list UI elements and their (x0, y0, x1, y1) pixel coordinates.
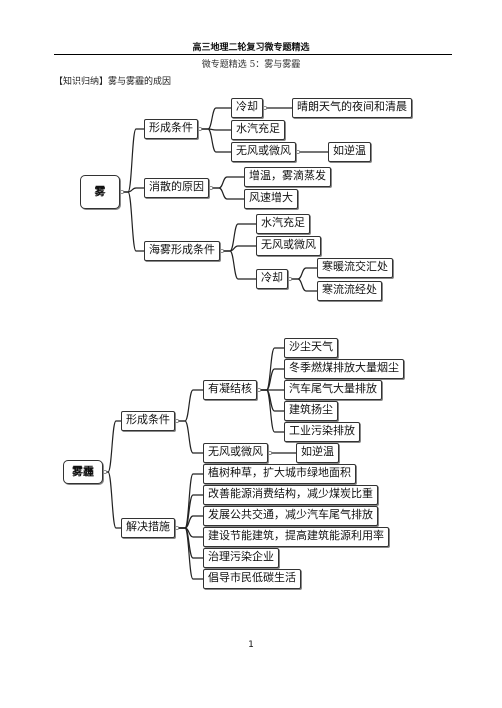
haze-branch-formation: 形成条件 (121, 411, 175, 431)
sea-fog-calm-wind: 无风或微风 (256, 236, 321, 256)
fog-branch-formation: 形成条件 (144, 119, 198, 139)
haze-root-node: 雾霾 (63, 460, 103, 484)
sea-fog-current-convergence: 寒暖流交汇处 (317, 258, 393, 278)
fog-cond-cooling: 冷却 (231, 98, 263, 118)
haze-cond-calm-wind-detail: 如逆温 (296, 443, 339, 463)
solution-low-carbon-living: 倡导市民低碳生活 (203, 569, 301, 589)
sea-fog-cooling-joint (287, 276, 292, 281)
fog-cond-moisture: 水汽充足 (231, 120, 285, 140)
haze-solutions-connector (175, 527, 203, 580)
sea-fog-cooling-connector (288, 278, 317, 292)
haze-formation-connector (175, 389, 203, 422)
fog-cond-cooling-detail: 晴朗天气的夜间和清晨 (292, 98, 412, 118)
haze-root-connector (103, 420, 121, 473)
fog-root-connector (120, 128, 144, 193)
sea-fog-connector (220, 223, 256, 252)
haze-cond-calm-wind: 无风或微风 (203, 443, 268, 463)
document-subtitle: 微专题精选 5：雾与雾霾 (201, 60, 301, 70)
fog-cond-calm-wind: 无风或微风 (231, 142, 296, 162)
fog-root-node: 雾 (80, 175, 120, 209)
nuclei-winter-coal: 冬季燃煤排放大量烟尘 (284, 359, 404, 379)
fog-branch-sea-fog: 海雾形成条件 (144, 241, 220, 261)
haze-formation-joint (175, 419, 180, 424)
sea-fog-cooling-connector (288, 267, 317, 280)
fog-cond-calm-wind-detail: 如逆温 (328, 142, 371, 162)
fog-formation-connector (198, 107, 231, 130)
fog-dissipation-joint (208, 186, 213, 191)
haze-solutions-connector (175, 515, 203, 529)
haze-formation-connector (175, 420, 203, 454)
document-header-title: 高三地理二轮复习微专题精选 (192, 43, 310, 53)
nuclei-industrial-pollution: 工业污染排放 (284, 422, 360, 442)
sea-fog-connector (220, 245, 256, 252)
fog-branch-dissipation: 消散的原因 (144, 178, 209, 198)
haze-solutions-connector (175, 473, 203, 529)
haze-calm-joint (267, 451, 272, 456)
fog-root-connector (120, 191, 144, 252)
sea-fog-joint (219, 248, 224, 253)
nuclei-vehicle-exhaust: 汽车尾气大量排放 (284, 380, 382, 400)
nuclei-sandstorm: 沙尘天气 (284, 338, 338, 358)
fog-dissipation-connector (209, 187, 244, 200)
fog-dissipation-wind: 风速增大 (244, 189, 298, 209)
sea-fog-connector (220, 250, 256, 280)
solution-energy-saving-buildings: 建设节能建筑，提高建筑能源利用率 (203, 527, 389, 547)
haze-branch-solutions: 解决措施 (121, 518, 175, 538)
sea-fog-cooling: 冷却 (256, 269, 288, 289)
haze-root-connector (103, 471, 121, 529)
fog-formation-connector (198, 128, 231, 153)
fog-cooling-joint (262, 105, 267, 110)
sea-fog-cold-current: 寒流流经处 (317, 281, 382, 301)
solution-polluting-enterprises: 治理污染企业 (203, 548, 279, 568)
haze-solutions-joint (175, 525, 180, 530)
sea-fog-moisture: 水汽充足 (256, 214, 310, 234)
solution-public-transport: 发展公共交通，减少汽车尾气排放 (203, 506, 378, 526)
fog-root-joint (120, 190, 125, 195)
solution-energy-structure: 改善能源消费结构，减少煤炭比重 (203, 485, 378, 505)
fog-dissipation-warming: 增温，雾滴蒸发 (244, 167, 331, 187)
haze-nuclei-joint (256, 388, 261, 393)
fog-mindmap: 雾 形成条件 冷却 晴朗天气的夜间和清晨 水汽充足 无风或微风 如逆温 消散的原… (64, 86, 464, 306)
haze-root-joint (103, 469, 108, 474)
haze-solutions-connector (175, 527, 203, 538)
header-divider (54, 54, 452, 55)
haze-cond-condensation-nuclei: 有凝结核 (203, 380, 257, 400)
fog-formation-joint (197, 127, 202, 132)
fog-calm-joint (295, 150, 300, 155)
nuclei-construction-dust: 建筑扬尘 (284, 401, 338, 421)
fog-dissipation-connector (209, 176, 244, 189)
page-number: 1 (248, 640, 254, 650)
solution-greening: 植树种草，扩大城市绿地面积 (203, 464, 356, 484)
haze-mindmap: 雾霾 形成条件 有凝结核 沙尘天气 冬季燃煤排放大量烟尘 汽车尾气大量排放 建筑… (60, 334, 430, 590)
